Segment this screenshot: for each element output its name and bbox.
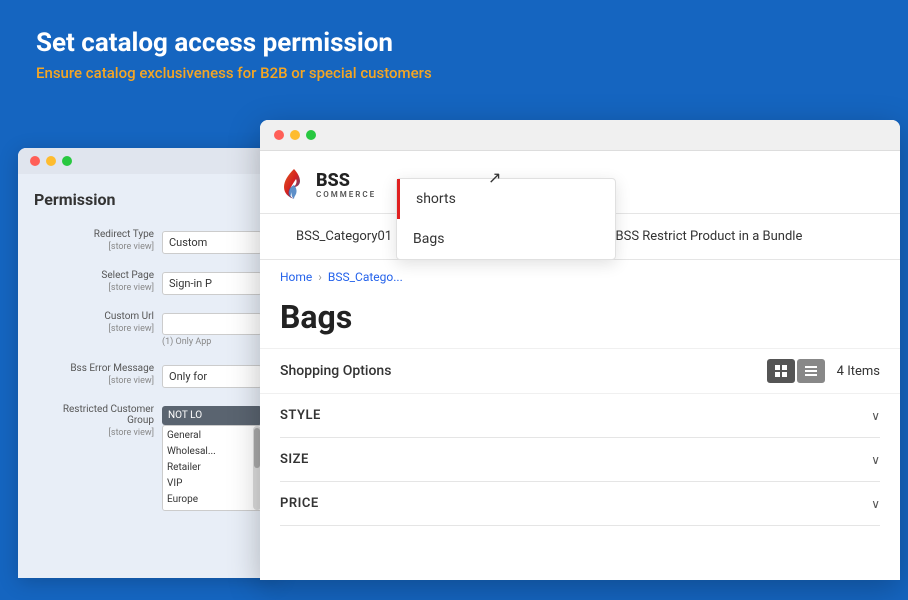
dropdown-item-bags[interactable]: Bags bbox=[397, 219, 615, 259]
page-subtitle: Ensure catalog exclusiveness for B2B or … bbox=[36, 64, 872, 82]
permission-heading: Permission bbox=[34, 190, 262, 209]
select-page-field[interactable]: Sign-in P bbox=[162, 272, 262, 295]
grid-icon bbox=[774, 364, 788, 378]
custom-url-field[interactable] bbox=[162, 313, 262, 335]
custom-url-row: Custom Url [store view] (1) Only App bbox=[34, 311, 262, 347]
redirect-type-sublabel: [store view] bbox=[34, 242, 154, 252]
category-dropdown: shorts Bags bbox=[396, 178, 616, 260]
filter-size-label: SIZE bbox=[280, 452, 309, 467]
filter-price-label: PRICE bbox=[280, 496, 319, 511]
redirect-type-row: Redirect Type [store view] Custom bbox=[34, 229, 262, 254]
filter-size[interactable]: SIZE ∨ bbox=[280, 438, 880, 482]
redirect-type-label: Redirect Type bbox=[34, 229, 154, 240]
filters-area: STYLE ∨ SIZE ∨ PRICE ∨ bbox=[260, 394, 900, 526]
maximize-icon[interactable] bbox=[62, 156, 72, 166]
custom-url-note: (1) Only App bbox=[162, 337, 262, 347]
select-page-sublabel: [store view] bbox=[34, 283, 154, 293]
category-title: Bags bbox=[280, 298, 880, 336]
filter-style-label: STYLE bbox=[280, 408, 321, 423]
grid-view-button[interactable] bbox=[767, 359, 795, 383]
breadcrumb: Home › BSS_Catego... bbox=[260, 260, 900, 294]
nav-item-bundle[interactable]: BSS Restrict Product in a Bundle bbox=[600, 215, 819, 258]
page-title: Set catalog access permission bbox=[36, 28, 872, 58]
bss-logo[interactable]: BSS COMMERCE bbox=[280, 167, 376, 203]
header: Set catalog access permission Ensure cat… bbox=[0, 0, 908, 102]
bss-error-field[interactable]: Only for bbox=[162, 365, 262, 388]
page-heading: Bags bbox=[260, 294, 900, 348]
permission-panel: Permission Redirect Type [store view] Cu… bbox=[18, 148, 278, 578]
shopping-options-label: Shopping Options bbox=[280, 363, 755, 379]
group-europe[interactable]: Europe bbox=[167, 492, 257, 508]
group-general[interactable]: General bbox=[167, 428, 257, 444]
filter-size-arrow: ∨ bbox=[871, 453, 880, 467]
select-page-row: Select Page [store view] Sign-in P bbox=[34, 270, 262, 295]
restricted-group-label: Restricted Customer Group bbox=[34, 404, 154, 426]
bss-error-label: Bss Error Message bbox=[34, 363, 154, 374]
browser-maximize-icon[interactable] bbox=[306, 130, 316, 140]
restricted-group-badge: NOT LO bbox=[162, 406, 262, 425]
dropdown-item-shorts[interactable]: shorts bbox=[397, 179, 615, 219]
group-list[interactable]: General Wholesal... Retailer VIP Europe bbox=[162, 425, 262, 511]
filter-style-arrow: ∨ bbox=[871, 409, 880, 423]
close-icon[interactable] bbox=[30, 156, 40, 166]
bss-brand-text: BSS COMMERCE bbox=[316, 172, 376, 199]
group-vip[interactable]: VIP bbox=[167, 476, 257, 492]
group-retailer[interactable]: Retailer bbox=[167, 460, 257, 476]
nav-item-category01[interactable]: BSS_Category01 bbox=[280, 215, 408, 258]
redirect-type-field[interactable]: Custom bbox=[162, 231, 262, 254]
browser-minimize-icon[interactable] bbox=[290, 130, 300, 140]
permission-titlebar bbox=[18, 148, 278, 174]
browser-titlebar bbox=[260, 120, 900, 151]
restricted-group-row: Restricted Customer Group [store view] N… bbox=[34, 404, 262, 511]
group-wholesale[interactable]: Wholesal... bbox=[167, 444, 257, 460]
permission-content: Permission Redirect Type [store view] Cu… bbox=[18, 174, 278, 543]
filter-price-arrow: ∨ bbox=[871, 497, 880, 511]
list-view-button[interactable] bbox=[797, 359, 825, 383]
bss-error-row: Bss Error Message [store view] Only for bbox=[34, 363, 262, 388]
filter-price[interactable]: PRICE ∨ bbox=[280, 482, 880, 526]
select-page-label: Select Page bbox=[34, 270, 154, 281]
shopping-options-bar: Shopping Options 4 Items bbox=[260, 348, 900, 394]
restricted-group-sublabel: [store view] bbox=[34, 428, 154, 438]
view-toggle bbox=[767, 359, 825, 383]
custom-url-sublabel: [store view] bbox=[34, 324, 154, 334]
items-count: 4 Items bbox=[837, 364, 880, 379]
browser-close-icon[interactable] bbox=[274, 130, 284, 140]
breadcrumb-home[interactable]: Home bbox=[280, 270, 312, 284]
bss-flame-icon bbox=[280, 167, 308, 203]
list-icon bbox=[804, 364, 818, 378]
minimize-icon[interactable] bbox=[46, 156, 56, 166]
custom-url-label: Custom Url bbox=[34, 311, 154, 322]
breadcrumb-separator: › bbox=[318, 270, 322, 284]
bss-error-sublabel: [store view] bbox=[34, 376, 154, 386]
breadcrumb-category[interactable]: BSS_Catego... bbox=[328, 270, 403, 284]
filter-style[interactable]: STYLE ∨ bbox=[280, 394, 880, 438]
